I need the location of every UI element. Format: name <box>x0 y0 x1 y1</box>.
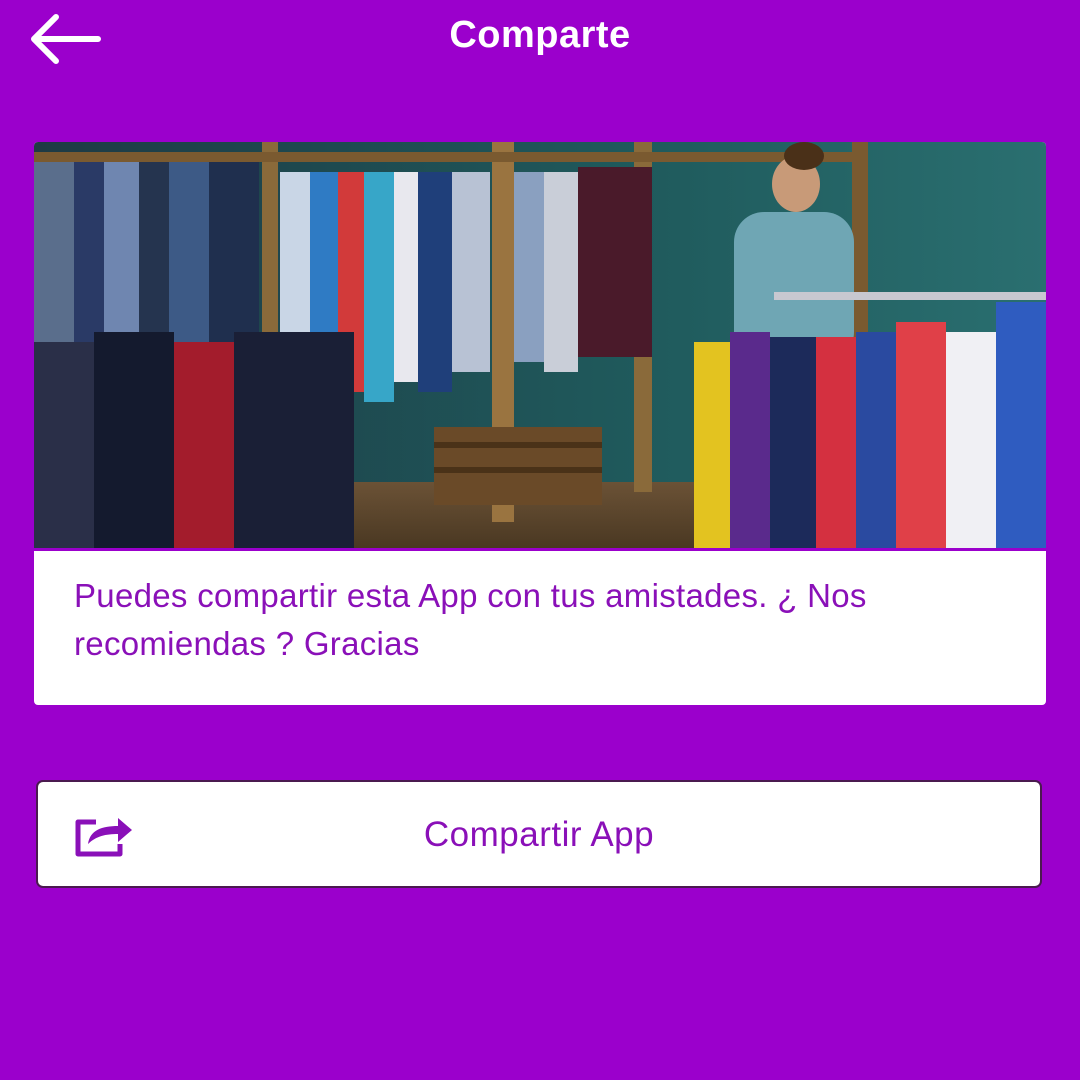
clothing-store-image <box>34 142 1046 548</box>
card-divider <box>34 548 1046 551</box>
share-button-label: Compartir App <box>423 815 655 854</box>
page-title: Comparte <box>449 14 631 56</box>
share-description: Puedes compartir esta App con tus amista… <box>74 577 867 662</box>
share-screen: Comparte Puedes compartir esta App con t… <box>0 0 1080 1080</box>
top-bar: Comparte <box>0 0 1080 86</box>
share-info-card: Puedes compartir esta App con tus amista… <box>34 142 1046 705</box>
share-app-button[interactable]: Compartir App <box>36 780 1042 888</box>
